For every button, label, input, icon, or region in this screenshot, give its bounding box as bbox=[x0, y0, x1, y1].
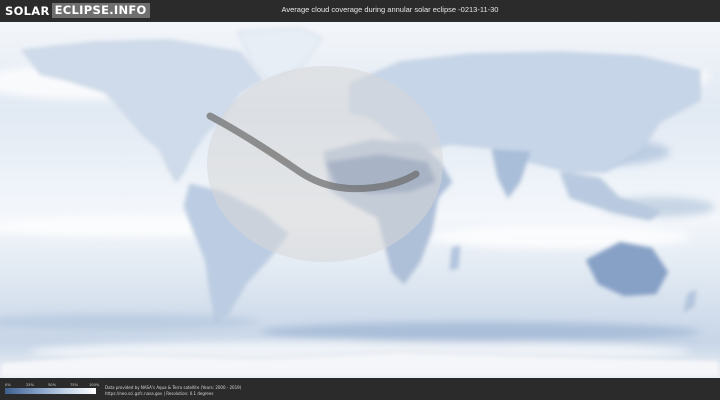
cloud-coverage-legend bbox=[5, 388, 96, 394]
legend-tick-75: 75% bbox=[70, 383, 78, 387]
source-link[interactable]: https://neo.sci.gsfc.nasa.gov | Resoluti… bbox=[105, 391, 213, 396]
map-title: Average cloud coverage during annular so… bbox=[281, 5, 499, 14]
eclipse-visibility-zone bbox=[207, 66, 443, 262]
cloud-coverage-map bbox=[0, 22, 720, 378]
legend-tick-25: 25% bbox=[26, 383, 34, 387]
legend-tick-0: 0% bbox=[5, 383, 11, 387]
legend-tick-50: 50% bbox=[48, 383, 56, 387]
logo-text-solar: SOLAR bbox=[5, 3, 50, 18]
header-bar: SOLAR ECLIPSE.INFO Average cloud coverag… bbox=[0, 0, 720, 22]
data-credit: Data provided by NASA's Aqua & Terra sat… bbox=[105, 385, 242, 390]
site-logo[interactable]: SOLAR ECLIPSE.INFO bbox=[5, 3, 150, 18]
logo-text-eclipse-info: ECLIPSE.INFO bbox=[51, 3, 150, 18]
legend-tick-100: 100% bbox=[89, 383, 100, 387]
